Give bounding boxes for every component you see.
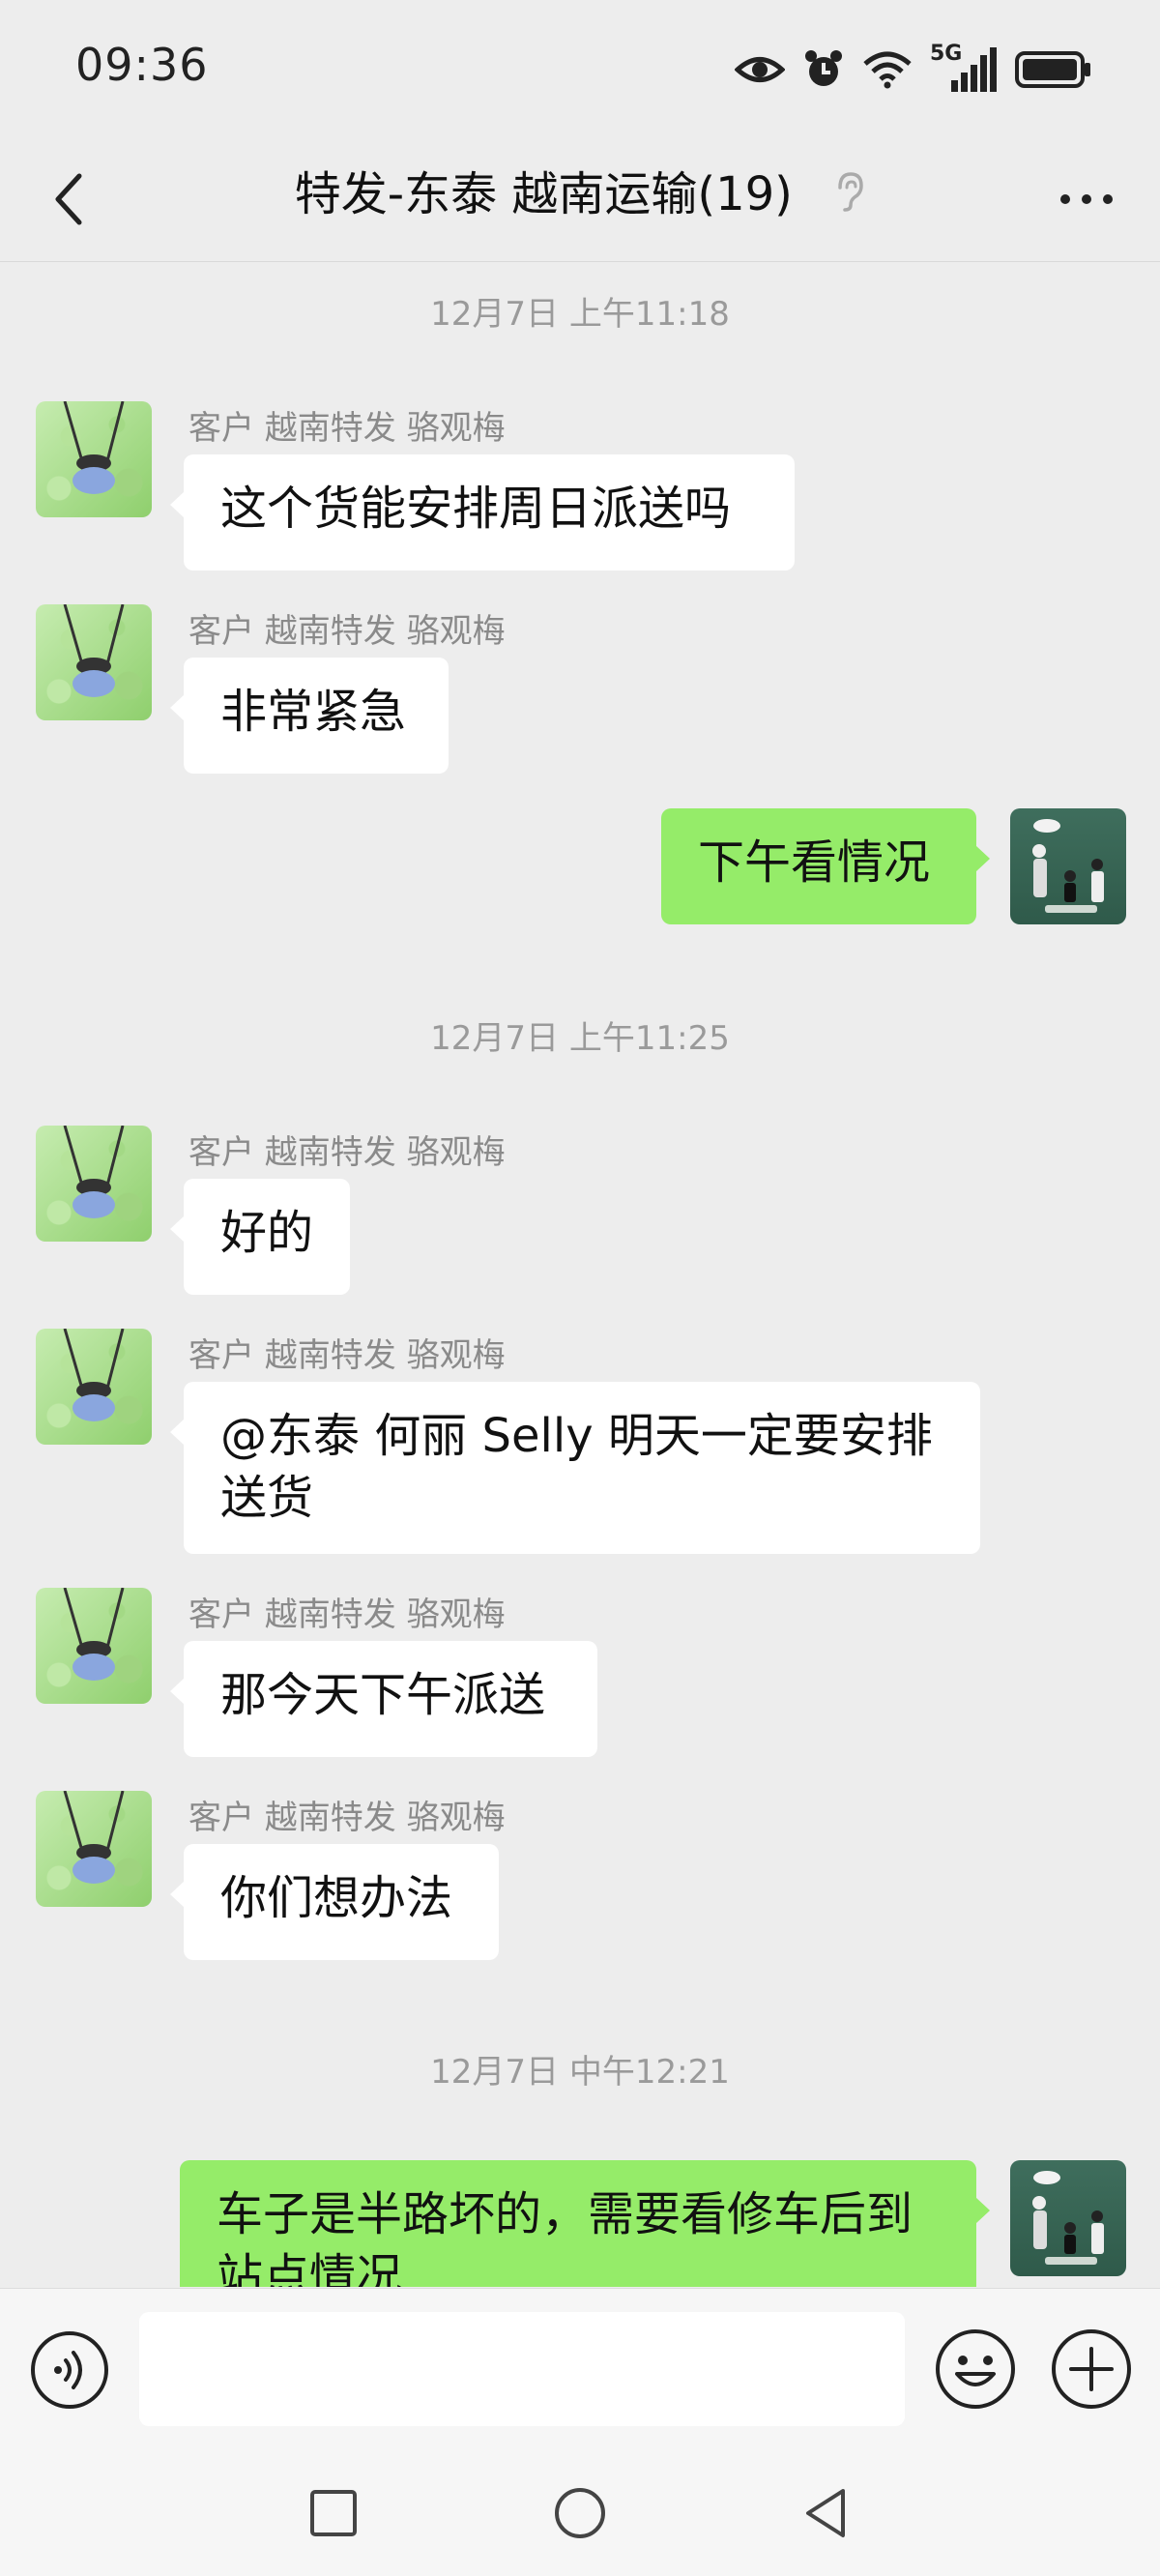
- avatar[interactable]: [36, 1791, 152, 1907]
- alarm-icon: [805, 50, 842, 86]
- message-text-line: @东泰 何丽 Selly 明天一定要安排: [220, 1409, 933, 1463]
- back-triangle-icon: [806, 2489, 845, 2537]
- avatar-image-icon: [63, 604, 125, 697]
- system-nav-bar: [0, 2450, 1160, 2576]
- status-icons: 5G: [735, 42, 1092, 97]
- battery-icon: [1015, 51, 1090, 88]
- message-bubble-outgoing[interactable]: 车子是半路坏的，需要看修车后到 站点情况: [180, 2160, 990, 2287]
- more-button[interactable]: [1052, 174, 1121, 224]
- sender-name: 客户 越南特发 骆观梅: [188, 1799, 506, 1837]
- avatar[interactable]: [36, 401, 152, 517]
- wifi-icon: [863, 51, 912, 89]
- voice-button[interactable]: [29, 2329, 110, 2411]
- message-input[interactable]: [139, 2312, 905, 2426]
- eye-icon: [735, 57, 785, 82]
- plus-icon: [1052, 2329, 1131, 2409]
- avatar-image-icon: [1032, 819, 1104, 913]
- avatar-image-icon: [63, 1126, 125, 1218]
- sender-name: 客户 越南特发 骆观梅: [188, 1336, 506, 1375]
- avatar[interactable]: [36, 604, 152, 720]
- avatar[interactable]: [36, 1329, 152, 1445]
- my-avatar[interactable]: [1010, 808, 1126, 924]
- message-bubble[interactable]: 你们想办法: [170, 1844, 499, 1960]
- message-bubble[interactable]: 非常紧急: [170, 658, 449, 774]
- recent-apps-icon: [310, 2490, 357, 2536]
- home-button[interactable]: [546, 2479, 614, 2547]
- input-bar: [0, 2288, 1160, 2451]
- emoji-icon: [936, 2329, 1015, 2409]
- chat-title: 特发-东泰 越南运输(19): [0, 161, 1160, 231]
- message-text-line: 站点情况: [217, 2249, 403, 2287]
- sender-name: 客户 越南特发 骆观梅: [188, 1133, 506, 1172]
- back-nav-button[interactable]: [793, 2479, 860, 2547]
- status-time: 09:36: [75, 39, 209, 91]
- recent-apps-button[interactable]: [300, 2479, 367, 2547]
- chat-title-text: 特发-东泰 越南运输(19): [294, 167, 793, 221]
- emoji-button[interactable]: [934, 2327, 1017, 2411]
- sender-name: 客户 越南特发 骆观梅: [188, 1595, 506, 1634]
- voice-icon: [31, 2331, 108, 2409]
- message-text-line: 送货: [220, 1471, 314, 1525]
- chat-messages[interactable]: 12月7日 上午11:18 客户 越南特发 骆观梅 这个货能安排周日派送吗 客户…: [0, 262, 1160, 2287]
- sender-name: 客户 越南特发 骆观梅: [188, 409, 506, 448]
- avatar-image-icon: [63, 1329, 125, 1421]
- message-text-line: 车子是半路坏的，需要看修车后到: [217, 2187, 914, 2241]
- avatar-image-icon: [63, 1588, 125, 1681]
- timestamp: 12月7日 上午11:25: [430, 1019, 730, 1058]
- message-bubble[interactable]: 那今天下午派送: [170, 1641, 597, 1757]
- avatar[interactable]: [36, 1126, 152, 1242]
- message-bubble-outgoing[interactable]: 下午看情况: [661, 808, 990, 924]
- avatar-image-icon: [63, 1791, 125, 1884]
- ear-icon: [834, 163, 865, 231]
- status-bar: 09:36 5G: [0, 0, 1160, 135]
- avatar-image-icon: [1032, 2171, 1104, 2265]
- timestamp: 12月7日 上午11:18: [430, 295, 730, 334]
- plus-button[interactable]: [1050, 2327, 1133, 2411]
- chat-header: 特发-东泰 越南运输(19): [0, 135, 1160, 262]
- avatar-image-icon: [63, 401, 125, 494]
- message-bubble[interactable]: 好的: [170, 1179, 350, 1295]
- message-bubble[interactable]: 这个货能安排周日派送吗: [170, 454, 795, 571]
- my-avatar[interactable]: [1010, 2160, 1126, 2276]
- 5g-signal-icon: 5G: [930, 42, 998, 94]
- home-icon: [555, 2488, 605, 2538]
- timestamp: 12月7日 中午12:21: [430, 2053, 730, 2092]
- avatar[interactable]: [36, 1588, 152, 1704]
- message-bubble[interactable]: @东泰 何丽 Selly 明天一定要安排 送货: [170, 1382, 980, 1554]
- sender-name: 客户 越南特发 骆观梅: [188, 612, 506, 651]
- more-dots-icon: [1060, 194, 1113, 204]
